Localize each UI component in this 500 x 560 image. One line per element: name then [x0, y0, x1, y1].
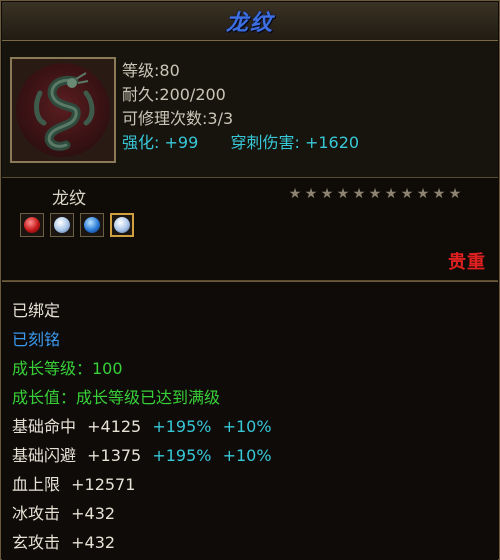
- base-hit-value: +4125: [87, 417, 142, 436]
- hp-max-value: +12571: [71, 475, 136, 494]
- durability-stat: 耐久:200/200: [122, 85, 226, 104]
- star-icon: ★: [352, 186, 366, 202]
- white-gem-icon: [54, 217, 70, 233]
- base-dodge-bonus-1: +195%: [152, 446, 212, 465]
- star-icon: ★: [432, 186, 446, 202]
- white-gem-slot[interactable]: [110, 213, 134, 237]
- enhance-value: +99: [164, 133, 199, 152]
- star-icon: ★: [448, 186, 462, 202]
- item-summary-section: 龙纹 ★ ★ ★ ★ ★ ★ ★ ★ ★ ★ ★ 贵重: [2, 178, 498, 281]
- star-icon: ★: [320, 186, 334, 202]
- blue-gem-icon: [84, 217, 100, 233]
- base-dodge-bonus-2: +10%: [222, 446, 272, 465]
- item-title: 龙纹: [225, 10, 274, 36]
- hp-max-row: 血上限 +12571: [12, 470, 272, 499]
- star-rating: ★ ★ ★ ★ ★ ★ ★ ★ ★ ★ ★: [288, 187, 462, 201]
- item-portrait: [10, 57, 116, 163]
- base-hit-row: 基础命中 +4125 +195% +10%: [12, 412, 272, 441]
- star-icon: ★: [384, 186, 398, 202]
- white-gem-slot[interactable]: [50, 213, 74, 237]
- bound-status: 已绑定: [12, 301, 61, 320]
- item-tooltip-panel: 龙纹 等级:80 耐久:200/200 可修理次数:3/3 强化: +99 穿刺…: [0, 0, 500, 560]
- enhance-label: 强化:: [122, 133, 160, 152]
- star-icon: ★: [336, 186, 350, 202]
- white-gem-icon: [114, 217, 130, 233]
- attribute-list: 已绑定 已刻铭 成长等级：100 成长值：成长等级已达到满级 基础命中 +412…: [12, 296, 272, 557]
- red-gem-slot[interactable]: [20, 213, 44, 237]
- base-dodge-row: 基础闪避 +1375 +195% +10%: [12, 441, 272, 470]
- base-hit-label: 基础命中: [12, 417, 77, 436]
- pierce-label: 穿刺伤害:: [230, 133, 300, 152]
- base-hit-bonus-1: +195%: [152, 417, 212, 436]
- item-info-section: 等级:80 耐久:200/200 可修理次数:3/3 强化: +99 穿刺伤害:…: [2, 41, 498, 178]
- title-bar: 龙纹: [2, 2, 498, 41]
- pierce-value: +1620: [304, 133, 360, 152]
- star-icon: ★: [304, 186, 318, 202]
- ice-attack-value: +432: [71, 504, 116, 523]
- dragon-glyph-icon: [34, 72, 95, 151]
- blue-gem-slot[interactable]: [80, 213, 104, 237]
- hp-max-label: 血上限: [12, 475, 61, 494]
- growth-level: 成长等级：100: [12, 359, 123, 378]
- star-icon: ★: [288, 186, 302, 202]
- dragon-emblem-icon: [16, 63, 110, 157]
- engraved-status: 已刻铭: [12, 330, 61, 349]
- star-icon: ★: [368, 186, 382, 202]
- base-hit-bonus-2: +10%: [222, 417, 272, 436]
- level-stat: 等级:80: [122, 61, 180, 80]
- star-icon: ★: [400, 186, 414, 202]
- gem-slots: [20, 213, 134, 237]
- ice-attack-row: 冰攻击 +432: [12, 499, 272, 528]
- growth-value: 成长值：成长等级已达到满级: [12, 388, 221, 407]
- base-dodge-label: 基础闪避: [12, 446, 77, 465]
- top-stats: 等级:80 耐久:200/200 可修理次数:3/3 强化: +99 穿刺伤害:…: [122, 59, 359, 155]
- mystic-attack-row: 玄攻击 +432: [12, 528, 272, 557]
- enhance-pierce-row: 强化: +99 穿刺伤害: +1620: [122, 131, 359, 155]
- red-gem-icon: [24, 217, 40, 233]
- attribute-section: 已绑定 已刻铭 成长等级：100 成长值：成长等级已达到满级 基础命中 +412…: [2, 281, 498, 560]
- mystic-attack-value: +432: [71, 533, 116, 552]
- ice-attack-label: 冰攻击: [12, 504, 61, 523]
- rarity-badge: 贵重: [448, 252, 486, 273]
- repair-count-stat: 可修理次数:3/3: [122, 109, 234, 128]
- mystic-attack-label: 玄攻击: [12, 533, 61, 552]
- item-name: 龙纹: [52, 189, 86, 209]
- base-dodge-value: +1375: [87, 446, 142, 465]
- star-icon: ★: [416, 186, 430, 202]
